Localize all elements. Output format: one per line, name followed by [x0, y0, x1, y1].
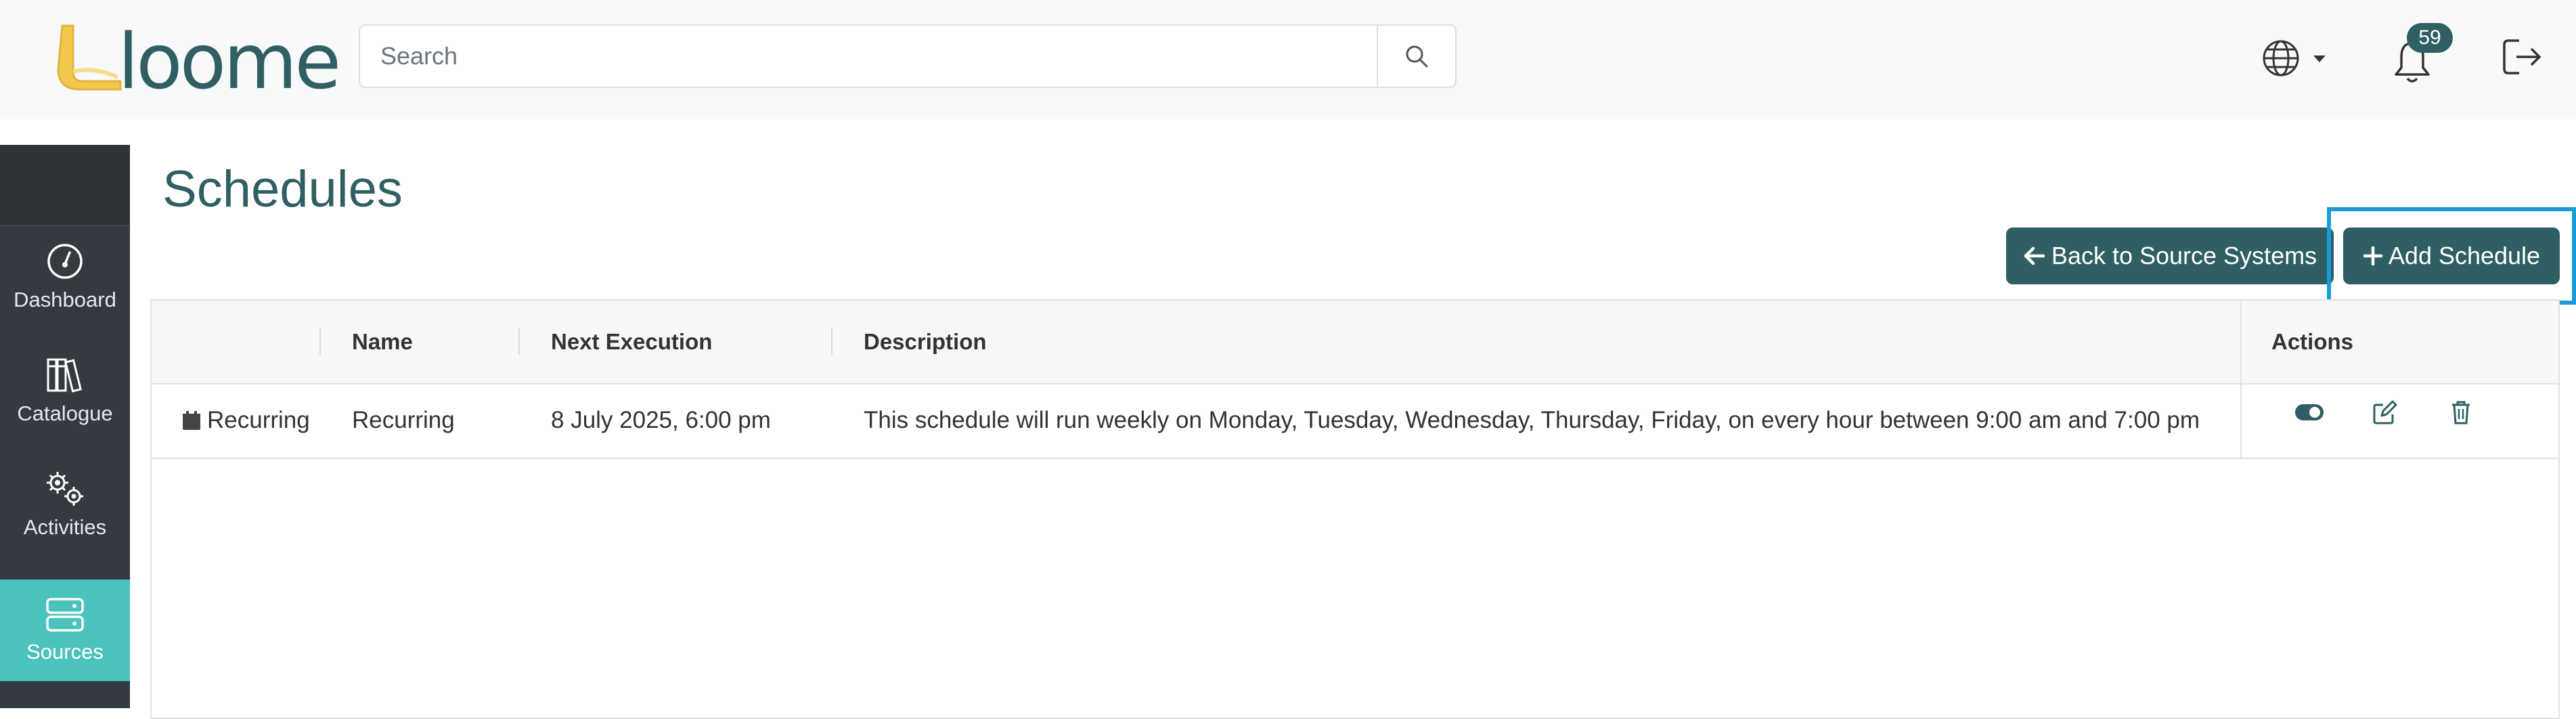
- sidebar-item-label: Dashboard: [14, 288, 116, 311]
- sidebar-header: [0, 145, 130, 226]
- loome-logo-mark-icon: [57, 24, 122, 91]
- column-separator: [831, 328, 832, 355]
- page-title: Schedules: [162, 160, 403, 218]
- globe-icon: [2263, 40, 2299, 77]
- schedule-next-execution: 8 July 2025, 6:00 pm: [551, 407, 771, 433]
- schedules-table: Name Next Execution Description Actions …: [150, 299, 2560, 719]
- column-header-description[interactable]: Description: [864, 301, 987, 383]
- sidebar-item-catalogue[interactable]: Catalogue: [0, 340, 130, 441]
- sidebar-item-activities[interactable]: Activities: [0, 454, 130, 555]
- add-schedule-highlight: [2327, 207, 2576, 305]
- loome-logo[interactable]: loome: [53, 19, 341, 100]
- language-dropdown[interactable]: [2261, 35, 2335, 83]
- schedule-type-cell: Recurring: [181, 383, 310, 458]
- schedule-name: Recurring: [352, 407, 455, 433]
- notification-count-badge: 59: [2407, 23, 2453, 53]
- dashboard-icon: [47, 244, 83, 279]
- logout-icon: [2503, 39, 2541, 74]
- calendar-icon: [183, 411, 200, 430]
- sidebar: Dashboard Catalogue Activities Sources: [0, 145, 130, 708]
- edit-icon: [2373, 400, 2397, 424]
- search-icon: [1406, 45, 1428, 68]
- toggle-icon: [2295, 404, 2324, 420]
- toggle-schedule-button[interactable]: [2289, 375, 2330, 450]
- delete-schedule-button[interactable]: [2441, 375, 2481, 450]
- gears-icon: [47, 472, 83, 506]
- column-header-name[interactable]: Name: [352, 301, 413, 383]
- sidebar-item-label: Catalogue: [17, 401, 113, 425]
- sidebar-item-label: Activities: [23, 515, 107, 539]
- search-input[interactable]: [360, 26, 1379, 87]
- sidebar-item-sources[interactable]: Sources: [0, 580, 130, 681]
- column-header-next-execution[interactable]: Next Execution: [551, 301, 712, 383]
- column-separator: [518, 328, 520, 355]
- logout-button[interactable]: [2502, 37, 2548, 77]
- trash-icon: [2452, 401, 2470, 424]
- search-bar: [359, 24, 1457, 88]
- back-to-source-systems-button[interactable]: Back to Source Systems: [2006, 227, 2334, 284]
- server-icon: [46, 598, 84, 632]
- table-row: Recurring Recurring 8 July 2025, 6:00 pm…: [152, 383, 2558, 459]
- sidebar-item-label: Sources: [26, 640, 104, 663]
- books-icon: [47, 358, 82, 393]
- column-separator: [319, 328, 321, 355]
- column-header-actions: Actions: [2271, 329, 2354, 354]
- table-header: Name Next Execution Description Actions: [152, 301, 2558, 385]
- schedule-description: This schedule will run weekly on Monday,…: [864, 407, 2200, 433]
- search-button[interactable]: [1377, 26, 1455, 87]
- caret-down-icon: [2313, 56, 2326, 62]
- sidebar-item-dashboard[interactable]: Dashboard: [0, 226, 130, 328]
- top-navbar: loome 59: [0, 0, 2576, 119]
- arrow-left-icon: [2024, 246, 2045, 265]
- edit-schedule-button[interactable]: [2365, 375, 2405, 450]
- logo-text: loome: [118, 18, 341, 106]
- back-button-label: Back to Source Systems: [2051, 242, 2317, 269]
- schedule-type: Recurring: [207, 407, 310, 433]
